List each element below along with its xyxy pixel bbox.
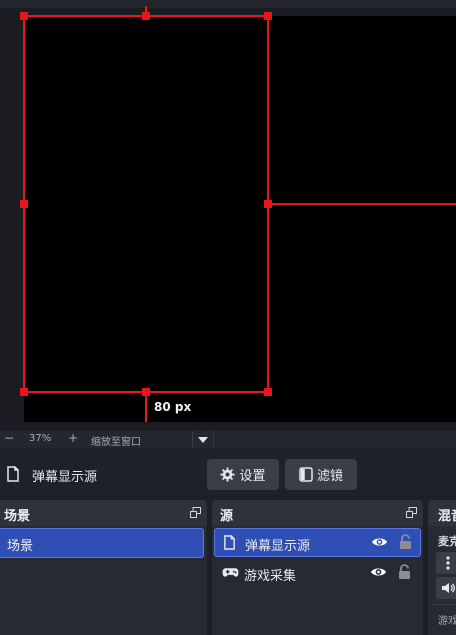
resize-handle-top-left[interactable] — [20, 12, 28, 20]
filter-icon — [299, 467, 313, 482]
scene-item-label: 场景 — [7, 539, 34, 554]
mixer-dock-title: 混音 — [438, 509, 456, 524]
caret-down-icon — [198, 436, 208, 443]
mixer-channel-label: 游戏 — [438, 616, 456, 627]
resize-handle-left[interactable] — [20, 200, 28, 208]
float-dock-icon[interactable] — [190, 507, 201, 518]
resize-handle-top[interactable] — [142, 12, 150, 20]
filters-button-label: 滤镜 — [316, 469, 343, 484]
mixer-mute-button[interactable] — [436, 577, 456, 599]
source-list-item[interactable]: 游戏采集 — [214, 559, 421, 588]
mixer-divider — [432, 604, 456, 605]
right-distance-guide — [268, 203, 456, 205]
source-list-item[interactable]: 弹幕显示源 — [214, 528, 421, 557]
scenes-dock-title: 场景 — [4, 509, 31, 524]
audio-mixer-dock: 混音 麦克 游戏 — [428, 500, 456, 635]
eye-icon[interactable] — [371, 536, 388, 548]
source-item-label: 游戏采集 — [244, 569, 297, 584]
sources-dock-title: 源 — [220, 509, 234, 524]
mixer-menu-button[interactable] — [436, 552, 456, 574]
mixer-channel-label: 麦克 — [438, 535, 456, 548]
scene-list-item[interactable]: 场景 — [0, 528, 204, 558]
file-icon — [7, 466, 19, 482]
zoom-in-button[interactable]: + — [68, 431, 78, 445]
scenes-dock: 场景 场景 — [0, 500, 207, 635]
unlocked-icon[interactable] — [398, 564, 411, 580]
resize-handle-top-right[interactable] — [264, 12, 272, 20]
resize-handle-bottom-left[interactable] — [20, 388, 28, 396]
preview-area[interactable]: 80 px — [0, 0, 456, 430]
gear-icon — [220, 467, 236, 482]
zoom-out-button[interactable]: − — [4, 431, 14, 445]
gamepad-icon — [222, 568, 239, 577]
distance-label: 80 px — [154, 400, 192, 414]
mixer-dock-header: 混音 — [428, 500, 456, 526]
resize-handle-bottom-right[interactable] — [264, 388, 272, 396]
preview-top-strip — [0, 0, 456, 8]
sources-dock-header: 源 — [212, 500, 423, 526]
zoom-level: 37% — [29, 433, 52, 444]
scenes-dock-header: 场景 — [0, 500, 207, 526]
properties-button[interactable]: 设置 — [207, 459, 279, 490]
kebab-menu-icon — [446, 556, 450, 570]
zoom-fit-window[interactable]: 缩放至窗口 — [91, 433, 141, 448]
properties-button-label: 设置 — [239, 469, 266, 484]
unlocked-icon[interactable] — [399, 534, 412, 550]
filters-button[interactable]: 滤镜 — [285, 459, 357, 490]
zoom-dropdown-button[interactable] — [192, 431, 214, 448]
file-icon — [224, 535, 235, 550]
eye-icon[interactable] — [370, 566, 387, 578]
speaker-icon — [442, 583, 455, 593]
zoom-bar: − 37% + 缩放至窗口 — [0, 431, 456, 448]
source-item-label: 弹幕显示源 — [245, 539, 311, 554]
selected-source-name: 弹幕显示源 — [32, 470, 98, 485]
source-selection-box[interactable] — [23, 15, 269, 393]
bottom-distance-guide — [145, 393, 147, 422]
sources-dock: 源 弹幕显示源 游戏采集 — [212, 500, 423, 635]
float-dock-icon[interactable] — [406, 507, 417, 518]
